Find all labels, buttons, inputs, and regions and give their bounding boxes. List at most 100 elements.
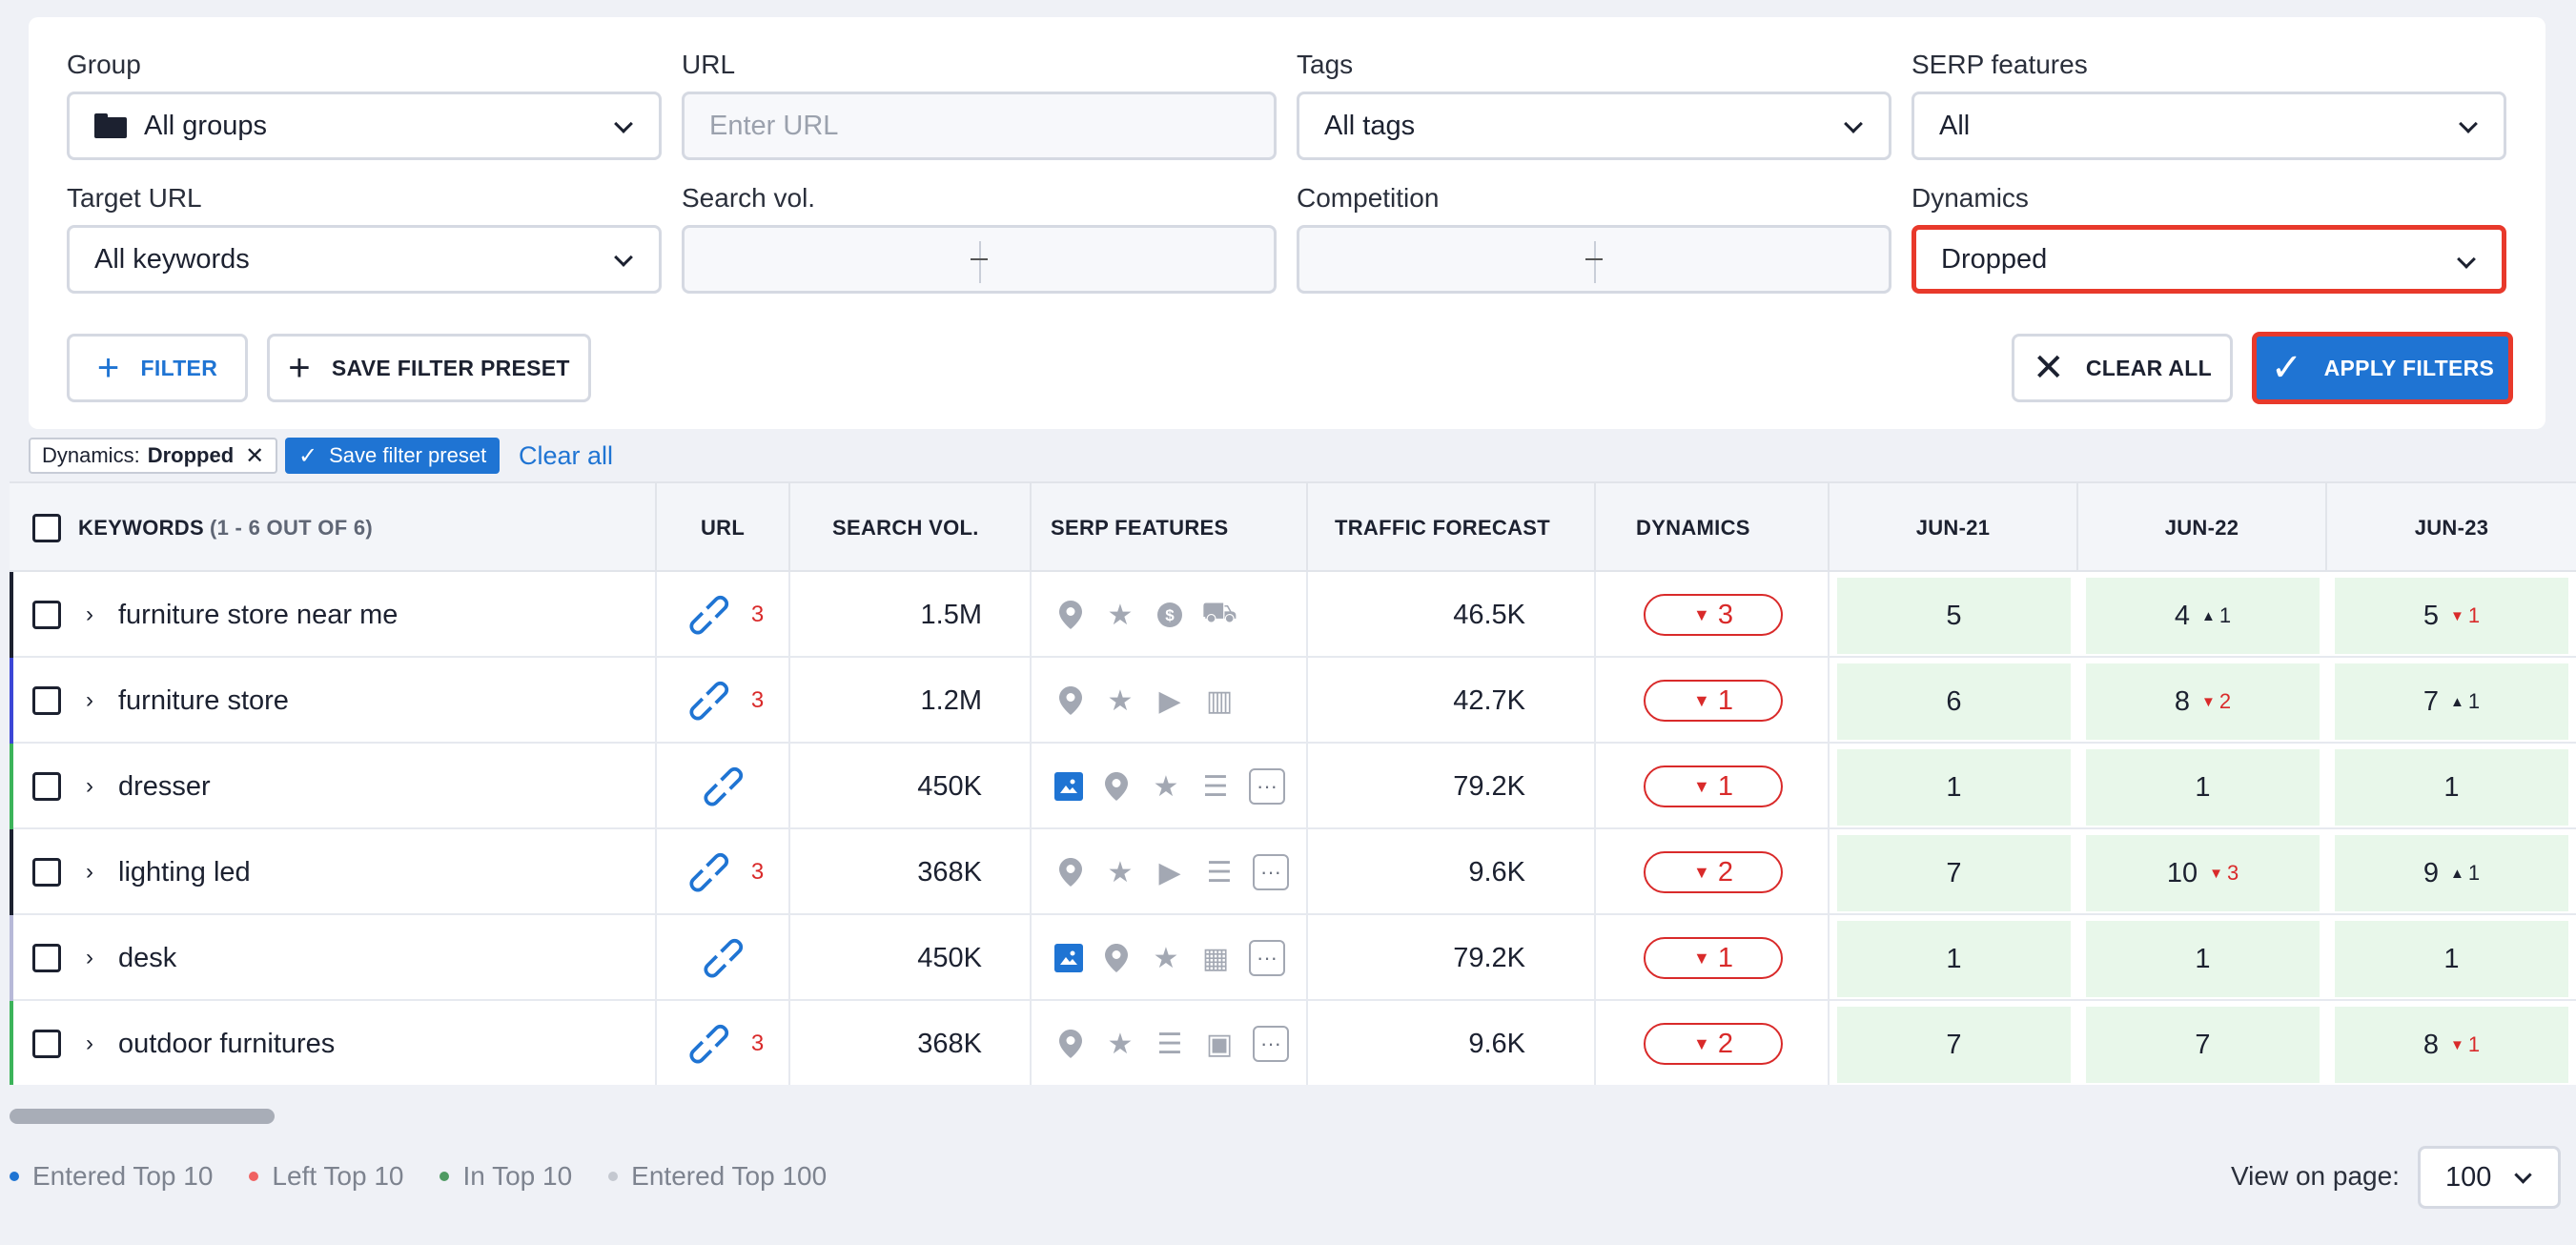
link-icon[interactable]: ⊂⊃ bbox=[676, 1011, 742, 1077]
group-label: Group bbox=[67, 50, 141, 79]
target-url-select[interactable]: All keywords bbox=[67, 225, 662, 294]
save-filter-preset-button[interactable]: + SAVE FILTER PRESET bbox=[267, 334, 591, 402]
url-placeholder: Enter URL bbox=[709, 110, 839, 141]
save-filter-preset-chip[interactable]: ✓ Save filter preset bbox=[285, 438, 501, 474]
chevron-right-icon[interactable]: › bbox=[86, 859, 93, 886]
clear-all-button[interactable]: ✕ CLEAR ALL bbox=[2012, 334, 2233, 402]
position-cell: 1 bbox=[1837, 921, 2071, 997]
keyword-cell: › dresser bbox=[10, 744, 657, 829]
apply-filters-button[interactable]: ✓ APPLY FILTERS bbox=[2252, 332, 2513, 404]
search-vol-label: Search vol. bbox=[682, 183, 816, 213]
keyword-text[interactable]: desk bbox=[118, 943, 176, 974]
chevron-right-icon[interactable]: › bbox=[86, 945, 93, 971]
link-icon[interactable]: ⊂⊃ bbox=[676, 840, 742, 906]
link-icon[interactable]: ⊂⊃ bbox=[690, 754, 756, 820]
dynamics-value: 1 bbox=[1717, 942, 1733, 973]
row-checkbox[interactable] bbox=[32, 1030, 61, 1058]
keywords-table: KEYWORDS (1 - 6 OUT OF 6) URL SEARCH VOL… bbox=[10, 481, 2576, 1085]
position-change-value: 3 bbox=[2226, 861, 2239, 885]
header-url[interactable]: URL bbox=[657, 483, 790, 572]
table-row[interactable]: › furniture store near me ⊂⊃ 3 1.5M ★ $ ⛟ 46.5K ▼… bbox=[10, 572, 2576, 658]
header-search-vol[interactable]: SEARCH VOL. bbox=[790, 483, 1032, 572]
url-count[interactable]: 3 bbox=[751, 1031, 764, 1057]
gallery-icon: ▣ bbox=[1205, 1028, 1234, 1060]
filter-panel: Group All groups URL Enter URL Tags All … bbox=[29, 17, 2545, 429]
dynamics-value: 2 bbox=[1717, 1028, 1733, 1059]
tags-label: Tags bbox=[1297, 50, 1354, 79]
table-row[interactable]: › furniture store ⊂⊃ 3 1.2M ★ ▶ ▥ 42.7K ▼ 1 6 8 ▼ 2 7 ▲ 1 bbox=[10, 658, 2576, 744]
link-icon[interactable]: ⊂⊃ bbox=[690, 926, 756, 991]
close-icon[interactable]: ✕ bbox=[245, 442, 264, 470]
keyword-text[interactable]: furniture store bbox=[118, 685, 289, 717]
header-date-1[interactable]: JUN-21 bbox=[1830, 483, 2078, 572]
link-icon[interactable]: ⊂⊃ bbox=[676, 582, 742, 648]
dynamics-badge: ▼ 1 bbox=[1644, 765, 1783, 807]
traffic-forecast-cell: 46.5K bbox=[1308, 572, 1596, 658]
header-date-3[interactable]: JUN-23 bbox=[2327, 483, 2576, 572]
row-checkbox[interactable] bbox=[32, 858, 61, 887]
chevron-right-icon[interactable]: › bbox=[86, 1031, 93, 1057]
more-icon[interactable]: ··· bbox=[1253, 1026, 1289, 1062]
more-icon[interactable]: ··· bbox=[1253, 854, 1289, 890]
chevron-down-icon bbox=[614, 248, 633, 267]
url-count[interactable]: 3 bbox=[751, 602, 764, 628]
keyword-text[interactable]: furniture store near me bbox=[118, 600, 398, 631]
dollar-icon: $ bbox=[1154, 599, 1186, 631]
position-change: ▲ 1 bbox=[2450, 689, 2480, 714]
keyword-text[interactable]: outdoor furnitures bbox=[118, 1029, 335, 1060]
chevron-right-icon[interactable]: › bbox=[86, 602, 93, 628]
header-dynamics[interactable]: DYNAMICS bbox=[1596, 483, 1830, 572]
view-on-page-select[interactable]: 100 bbox=[2418, 1146, 2561, 1209]
position-value: 7 bbox=[2423, 685, 2440, 717]
view-on-page-label: View on page: bbox=[2231, 1161, 2400, 1191]
row-checkbox[interactable] bbox=[32, 772, 61, 801]
traffic-forecast-cell: 9.6K bbox=[1308, 1001, 1596, 1085]
keyword-cell: › furniture store bbox=[10, 658, 657, 744]
pin-icon bbox=[1054, 599, 1087, 631]
star-icon: ★ bbox=[1153, 942, 1179, 974]
chevron-right-icon[interactable]: › bbox=[86, 773, 93, 800]
url-count[interactable]: 3 bbox=[751, 687, 764, 714]
table-row[interactable]: › outdoor furnitures ⊂⊃ 3 368K ★ ☰ ▣ ··· 9.6K ▼ 2 7 7… bbox=[10, 1001, 2576, 1085]
row-checkbox[interactable] bbox=[32, 601, 61, 629]
dynamics-value: Dropped bbox=[1941, 243, 2048, 275]
serp-select[interactable]: All bbox=[1912, 92, 2506, 160]
position-cell: 5 ▼ 1 bbox=[2335, 578, 2568, 654]
legend: Entered Top 10 Left Top 10 In Top 10 Entere… bbox=[10, 1161, 827, 1192]
row-checkbox[interactable] bbox=[32, 686, 61, 715]
link-icon[interactable]: ⊂⊃ bbox=[676, 668, 742, 734]
horizontal-scrollbar[interactable] bbox=[10, 1109, 275, 1124]
filter-button[interactable]: + FILTER bbox=[67, 334, 248, 402]
search-vol-range[interactable] bbox=[682, 225, 1277, 294]
arrow-down-icon: ▼ bbox=[1693, 1033, 1710, 1053]
table-row[interactable]: › desk ⊂⊃ 450K ★ ▦ ··· 79.2K ▼ 1 1 1 1 bbox=[10, 915, 2576, 1001]
url-input[interactable]: Enter URL bbox=[682, 92, 1277, 160]
position-value: 7 bbox=[1946, 1029, 1962, 1060]
search-vol-cell: 450K bbox=[790, 915, 1032, 1001]
clear-all-link[interactable]: Clear all bbox=[519, 441, 613, 471]
table-row[interactable]: › lighting led ⊂⊃ 3 368K ★ ▶ ☰ ··· 9.6K ▼ 2 7 10 ▼ 3 9 ▲ 1 bbox=[10, 829, 2576, 915]
tags-select[interactable]: All tags bbox=[1297, 92, 1891, 160]
header-traffic-forecast[interactable]: TRAFFIC FORECAST bbox=[1308, 483, 1596, 572]
apply-filters-label: APPLY FILTERS bbox=[2323, 355, 2495, 380]
position-value: 1 bbox=[2443, 943, 2460, 974]
header-serp-features[interactable]: SERP FEATURES bbox=[1032, 483, 1308, 572]
dynamics-select[interactable]: Dropped bbox=[1912, 225, 2506, 294]
competition-range[interactable] bbox=[1297, 225, 1891, 294]
dynamics-cell: ▼ 2 bbox=[1596, 1001, 1830, 1085]
header-date-2[interactable]: JUN-22 bbox=[2078, 483, 2327, 572]
keyword-text[interactable]: lighting led bbox=[118, 857, 251, 888]
more-icon[interactable]: ··· bbox=[1249, 940, 1285, 976]
chevron-right-icon[interactable]: › bbox=[86, 687, 93, 714]
position-value: 8 bbox=[2423, 1029, 2440, 1060]
table-row[interactable]: › dresser ⊂⊃ 450K ★ ☰ ··· 79.2K ▼ 1 1 1 1 bbox=[10, 744, 2576, 829]
chip-label: Dynamics: bbox=[42, 443, 140, 467]
group-select[interactable]: All groups bbox=[67, 92, 662, 160]
select-all-checkbox[interactable] bbox=[32, 513, 61, 542]
filter-button-label: FILTER bbox=[140, 355, 218, 380]
row-checkbox[interactable] bbox=[32, 944, 61, 972]
more-icon[interactable]: ··· bbox=[1249, 768, 1285, 805]
position-value: 1 bbox=[2443, 771, 2460, 803]
keyword-text[interactable]: dresser bbox=[118, 771, 211, 803]
url-count[interactable]: 3 bbox=[751, 859, 764, 886]
